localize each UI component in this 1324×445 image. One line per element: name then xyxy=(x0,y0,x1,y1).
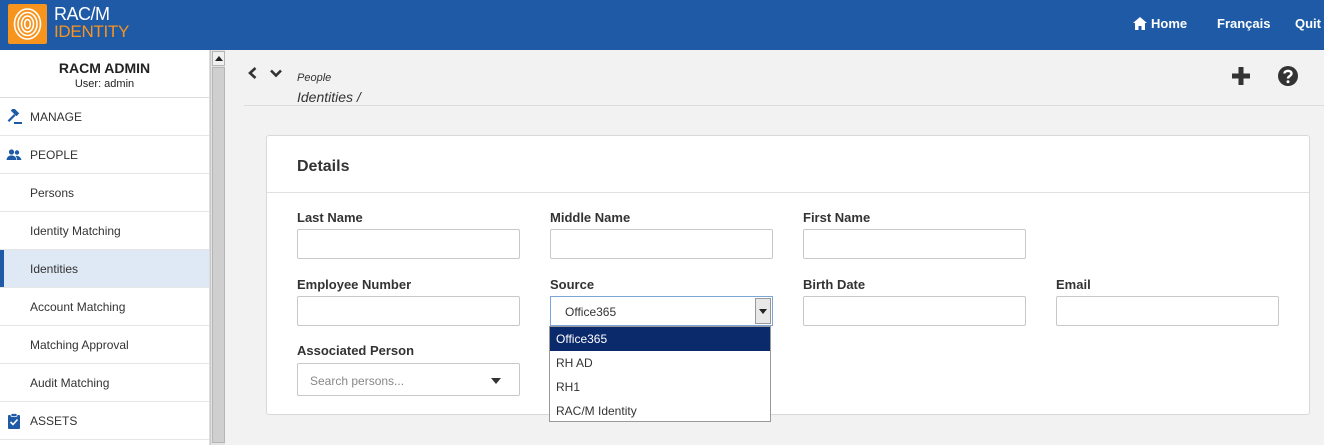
panel-divider xyxy=(267,192,1309,193)
add-icon[interactable] xyxy=(1230,65,1252,87)
breadcrumb-parent[interactable]: People xyxy=(297,72,331,84)
last-name-input[interactable] xyxy=(297,229,520,259)
sidebar-item-identity-matching[interactable]: Identity Matching xyxy=(0,212,209,250)
nav-language-link[interactable]: Français xyxy=(1217,16,1270,31)
first-name-input[interactable] xyxy=(803,229,1026,259)
chevron-down-icon[interactable] xyxy=(755,298,771,324)
people-icon xyxy=(6,149,22,160)
sidebar-section-manage[interactable]: MANAGE xyxy=(0,98,209,136)
employee-number-label: Employee Number xyxy=(297,277,412,292)
birth-date-label: Birth Date xyxy=(803,277,866,292)
home-icon xyxy=(1133,17,1147,30)
admin-info: RACM ADMIN User: admin xyxy=(0,50,209,98)
birth-date-input[interactable] xyxy=(803,296,1026,326)
email-label: Email xyxy=(1056,277,1091,292)
associated-person-placeholder: Search persons... xyxy=(310,374,405,388)
brand-name: RAC/M IDENTITY xyxy=(54,5,129,41)
main-header: People Identities / xyxy=(226,50,1324,108)
breadcrumb-current: Identities / xyxy=(297,89,361,105)
fingerprint-logo-icon[interactable] xyxy=(8,4,47,44)
chevron-left-icon[interactable] xyxy=(246,66,260,80)
top-bar: RAC/M IDENTITY Home Français Quit xyxy=(0,0,1324,50)
email-input[interactable] xyxy=(1056,296,1279,326)
panel-title: Details xyxy=(297,158,350,175)
gavel-icon xyxy=(7,109,22,124)
nav-home-label: Home xyxy=(1151,16,1188,31)
last-name-label: Last Name xyxy=(297,210,363,225)
admin-title: RACM ADMIN xyxy=(58,60,151,76)
sidebar-section-assets[interactable]: ASSETS xyxy=(0,402,209,440)
dropdown-option[interactable]: Office365 xyxy=(550,327,770,351)
sidebar: RACM ADMIN User: admin MANAGE PEOPLE Per… xyxy=(0,50,210,445)
middle-name-label: Middle Name xyxy=(550,210,631,225)
chevron-down-icon[interactable] xyxy=(269,66,283,80)
sidebar-section-label: MANAGE xyxy=(30,110,83,124)
dropdown-option[interactable]: RH AD xyxy=(550,351,770,375)
sidebar-section-label: ASSETS xyxy=(30,414,78,428)
brand-line-2: IDENTITY xyxy=(54,22,130,41)
associated-person-label: Associated Person xyxy=(297,343,415,358)
help-icon[interactable] xyxy=(1277,65,1299,87)
sidebar-item-matching-approval[interactable]: Matching Approval xyxy=(0,326,209,364)
clipboard-check-icon xyxy=(8,413,20,429)
nav-quit-link[interactable]: Quit xyxy=(1295,16,1321,31)
sidebar-section-people[interactable]: PEOPLE xyxy=(0,136,209,174)
employee-number-input[interactable] xyxy=(297,296,520,326)
breadcrumb-divider xyxy=(244,105,1324,106)
source-dropdown-list: Office365 RH AD RH1 RAC/M Identity xyxy=(549,326,771,422)
sidebar-item-persons[interactable]: Persons xyxy=(0,174,209,212)
brand-line-1: RAC/M xyxy=(54,4,110,24)
first-name-label: First Name xyxy=(803,210,871,225)
sidebar-item-account-matching[interactable]: Account Matching xyxy=(0,288,209,326)
dropdown-option[interactable]: RAC/M Identity xyxy=(550,399,770,423)
sidebar-item-audit-matching[interactable]: Audit Matching xyxy=(0,364,209,402)
source-label: Source xyxy=(550,277,595,292)
middle-name-input[interactable] xyxy=(550,229,773,259)
sidebar-scrollbar[interactable] xyxy=(210,50,225,445)
associated-person-select[interactable]: Search persons... xyxy=(297,363,520,396)
scroll-thumb[interactable] xyxy=(212,67,225,443)
nav-home-link[interactable]: Home xyxy=(1133,16,1187,31)
caret-down-icon xyxy=(491,378,501,384)
sidebar-item-identities[interactable]: Identities xyxy=(0,250,209,288)
source-select[interactable]: Office365 xyxy=(550,296,773,326)
dropdown-option[interactable]: RH1 xyxy=(550,375,770,399)
admin-user: User: admin xyxy=(74,78,135,90)
scroll-up-arrow-icon[interactable] xyxy=(212,51,225,66)
sidebar-section-label: PEOPLE xyxy=(30,148,79,162)
source-select-value: Office365 xyxy=(565,305,617,319)
